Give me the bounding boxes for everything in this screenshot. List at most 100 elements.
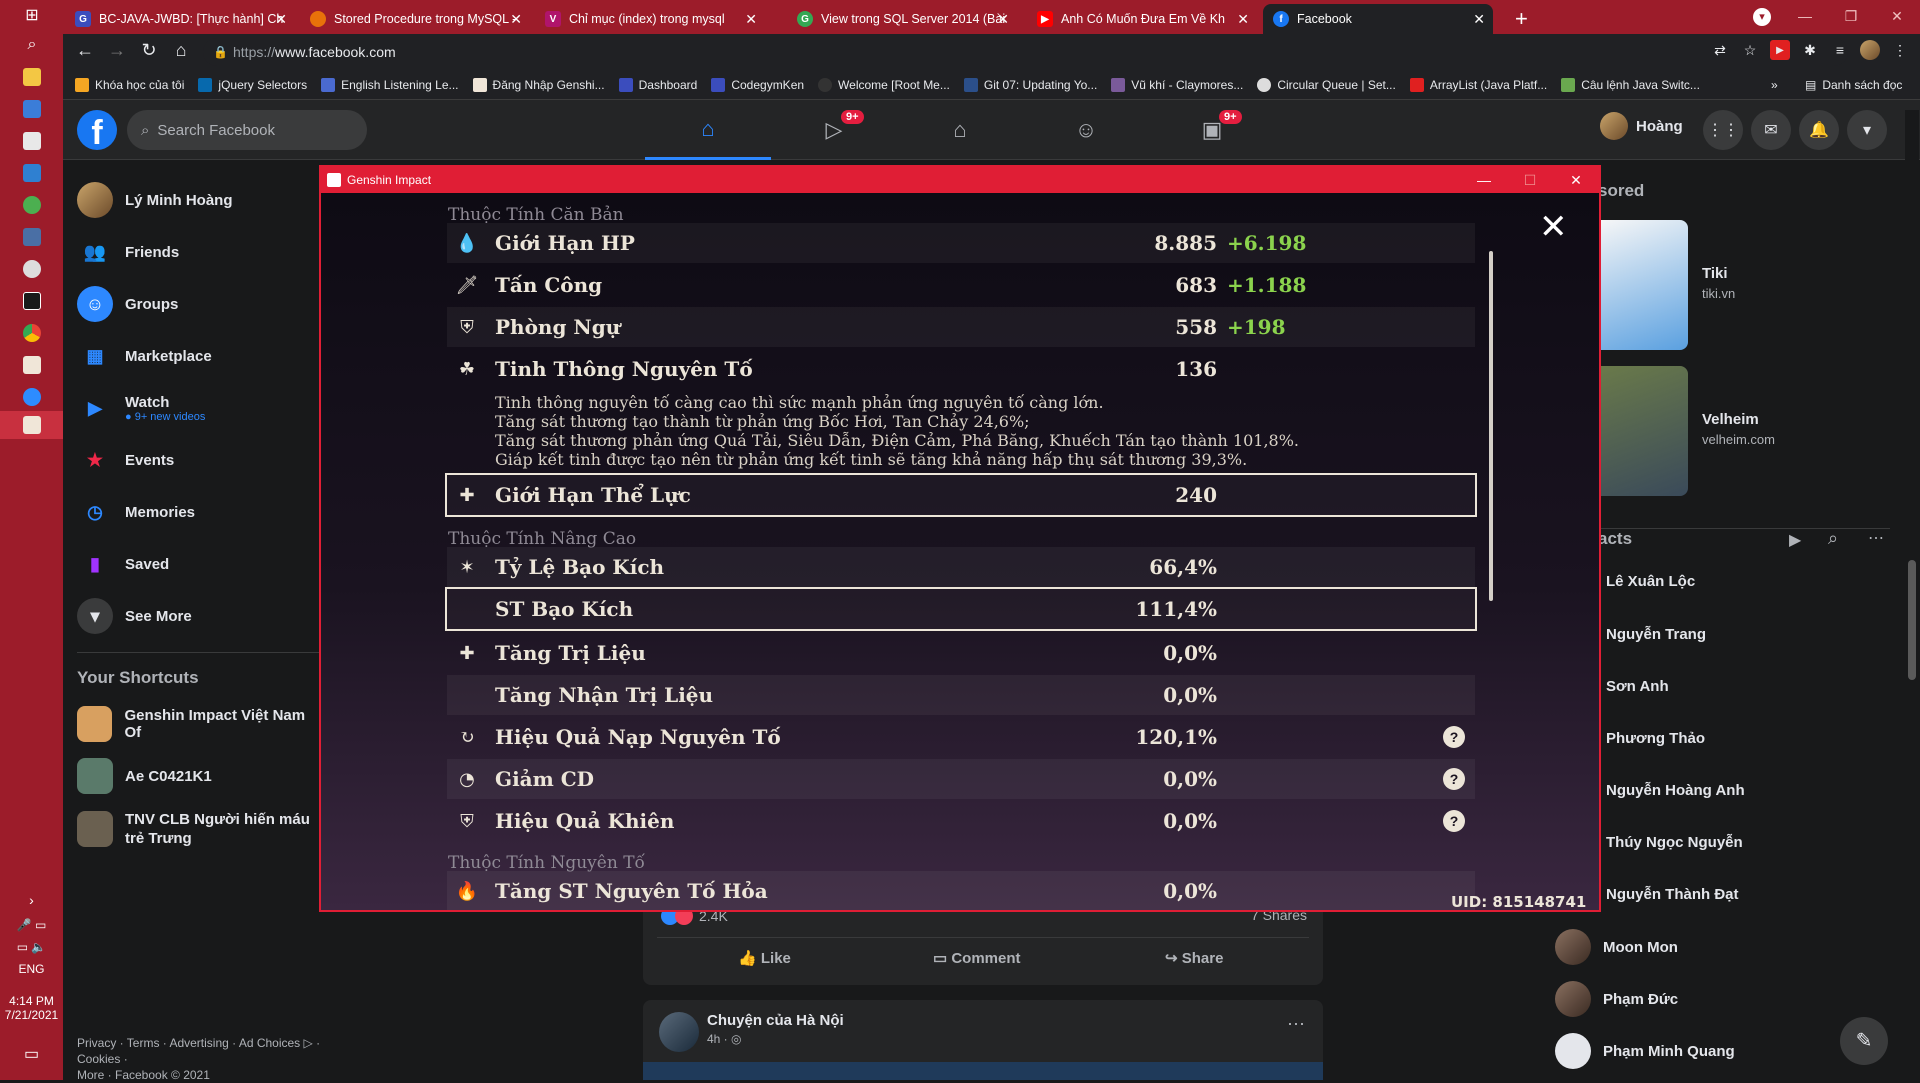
close-icon[interactable]: ✕	[745, 11, 757, 28]
sponsor-image-velheim[interactable]	[1598, 366, 1688, 496]
intellij-icon[interactable]	[20, 290, 44, 312]
new-room-icon[interactable]: ▶	[1789, 530, 1801, 550]
notification-icon[interactable]: ▭	[0, 1044, 63, 1064]
close-window-icon[interactable]: ✕	[1553, 167, 1599, 193]
sidebar-item-memories[interactable]: ◷ Memories	[77, 494, 195, 530]
search-input[interactable]: ⌕ Search Facebook	[127, 110, 367, 150]
profile-button[interactable]: Hoàng	[1600, 112, 1683, 140]
nav-groups[interactable]: ☺	[1023, 100, 1149, 160]
attr-row-healing-bonus[interactable]: ✚ Tăng Trị Liệu 0,0%	[447, 633, 1475, 673]
close-icon[interactable]: ✕	[997, 11, 1009, 28]
maximize-icon[interactable]: ☐	[1507, 167, 1553, 193]
sidebar-item-watch[interactable]: ▶ Watch ● 9+ new videos	[77, 390, 205, 426]
more-bookmarks-icon[interactable]: »	[1771, 78, 1778, 92]
close-icon[interactable]: ✕	[1539, 207, 1568, 247]
zoom-icon[interactable]	[20, 386, 44, 408]
search-icon[interactable]: ⌕	[20, 34, 44, 56]
nav-gaming[interactable]: ▣ 9+	[1149, 100, 1275, 160]
search-icon[interactable]: ⌕	[1828, 528, 1838, 549]
bookmark-item[interactable]: Welcome [Root Me...	[818, 77, 950, 92]
shortcut-item[interactable]: Genshin Impact Việt Nam Of	[77, 706, 323, 742]
home-icon[interactable]: ⌂	[165, 40, 197, 61]
contact-item[interactable]: Nguyễn Hoàng Anh	[1606, 782, 1745, 799]
contact-item[interactable]: Nguyễn Trang	[1606, 626, 1706, 643]
extensions-puzzle-icon[interactable]: ✱	[1800, 40, 1820, 60]
clock-date[interactable]: 7/21/2021	[0, 1008, 63, 1022]
attr-row-shield-strength[interactable]: ⛨ Hiệu Quả Khiên 0,0% ?	[447, 801, 1475, 841]
facebook-logo-icon[interactable]: f	[77, 110, 117, 152]
post-image[interactable]	[643, 1062, 1323, 1080]
close-icon[interactable]: ✕	[1237, 11, 1249, 28]
tab-bc-java[interactable]: G BC-JAVA-JWBD: [Thực hành] Ch ✕	[65, 4, 295, 34]
account-dropdown-icon[interactable]: ▾	[1847, 110, 1887, 150]
app-green-icon[interactable]	[20, 194, 44, 216]
contact-item[interactable]: Phương Thảo	[1606, 730, 1705, 747]
attributes-scrollbar[interactable]	[1489, 251, 1493, 601]
app-blue-icon[interactable]	[20, 226, 44, 248]
messenger-icon[interactable]: ✉	[1751, 110, 1791, 150]
attr-row-incoming-healing[interactable]: Tăng Nhận Trị Liệu 0,0%	[447, 675, 1475, 715]
bookmark-item[interactable]: Câu lệnh Java Switc...	[1561, 77, 1700, 92]
sidebar-item-groups[interactable]: ☺ Groups	[77, 286, 178, 322]
chevron-up-icon[interactable]: ›	[0, 892, 63, 908]
contact-item[interactable]: Moon Mon	[1555, 929, 1678, 965]
notifications-bell-icon[interactable]: 🔔	[1799, 110, 1839, 150]
maximize-icon[interactable]: ❐	[1828, 0, 1874, 34]
forward-icon[interactable]: →	[101, 40, 133, 61]
contact-item[interactable]: Lê Xuân Lộc	[1606, 573, 1695, 590]
footer-links[interactable]: Privacy · Terms · Advertising · Ad Choic…	[77, 1035, 323, 1083]
footer-line[interactable]: More · Facebook © 2021	[77, 1067, 323, 1083]
network-volume-icons[interactable]: ▭ 🔈	[0, 940, 63, 954]
post-author[interactable]: Chuyện của Hà Nội	[707, 1012, 844, 1029]
nav-marketplace[interactable]: ⌂	[897, 100, 1023, 160]
sidebar-item-profile[interactable]: Lý Minh Hoàng	[77, 182, 233, 218]
attr-row-hp[interactable]: 💧 Giới Hạn HP 8.885 +6.198	[447, 223, 1475, 263]
close-icon[interactable]: ✕	[1473, 11, 1485, 28]
footer-line[interactable]: Privacy · Terms · Advertising · Ad Choic…	[77, 1035, 323, 1067]
page-scrollbar[interactable]	[1905, 110, 1919, 1080]
genshin-active-taskbar-icon[interactable]	[0, 411, 63, 439]
bookmark-item[interactable]: Dashboard	[618, 77, 697, 92]
minimize-icon[interactable]: —	[1461, 167, 1507, 193]
language-indicator[interactable]: ENG	[0, 962, 63, 976]
bookmark-item[interactable]: Khóa học của tôi	[75, 77, 184, 92]
more-options-icon[interactable]: ⋯	[1868, 528, 1884, 548]
like-button[interactable]: 👍 Like	[738, 949, 791, 967]
chrome-icon[interactable]	[20, 322, 44, 344]
app-icon[interactable]	[20, 130, 44, 152]
more-options-icon[interactable]: ⋯	[1287, 1014, 1305, 1035]
attr-row-stamina[interactable]: ✚ Giới Hạn Thể Lực 240	[445, 473, 1477, 517]
sidebar-item-friends[interactable]: 👥 Friends	[77, 234, 179, 270]
bookmark-item[interactable]: CodegymKen	[711, 77, 804, 92]
help-icon[interactable]: ?	[1443, 768, 1465, 790]
contact-item[interactable]: Phạm Minh Quang	[1555, 1033, 1735, 1069]
attr-row-cd-reduction[interactable]: ◔ Giảm CD 0,0% ?	[447, 759, 1475, 799]
shortcut-item[interactable]: TNV CLB Người hiến máu trẻ Trưng	[77, 810, 323, 848]
bookmark-item[interactable]: Đăng Nhập Genshi...	[472, 77, 605, 92]
attr-row-attack[interactable]: 🗡 Tấn Công 683 +1.188	[447, 265, 1475, 305]
tab-stored-procedure[interactable]: Stored Procedure trong MySQL - ✕	[300, 4, 530, 34]
help-icon[interactable]: ?	[1443, 726, 1465, 748]
attr-row-energy-recharge[interactable]: ↻ Hiệu Quả Nạp Nguyên Tố 120,1% ?	[447, 717, 1475, 757]
minimize-icon[interactable]: —	[1782, 0, 1828, 34]
sidebar-item-see-more[interactable]: ▾ See More	[77, 598, 192, 634]
sponsor-name[interactable]: Velheim	[1702, 411, 1759, 428]
comment-button[interactable]: ▭ Comment	[933, 949, 1021, 967]
new-message-icon[interactable]: ✎	[1840, 1017, 1888, 1065]
menu-grid-icon[interactable]: ⋮⋮	[1703, 110, 1743, 150]
nav-watch[interactable]: ▷ 9+	[771, 100, 897, 160]
more-menu-icon[interactable]: ⋮	[1890, 40, 1910, 60]
bookmark-item[interactable]: English Listening Le...	[321, 77, 459, 92]
avatar[interactable]	[659, 1012, 699, 1052]
contact-item[interactable]: Sơn Anh	[1606, 678, 1669, 695]
contact-item[interactable]: Thúy Ngọc Nguyễn	[1606, 834, 1743, 851]
attr-row-pyro-dmg[interactable]: 🔥 Tăng ST Nguyên Tố Hỏa 0,0%	[447, 871, 1475, 910]
bookmark-item[interactable]: ArrayList (Java Platf...	[1409, 77, 1547, 92]
bookmark-item[interactable]: Git 07: Updating Yo...	[963, 77, 1097, 92]
sidebar-item-marketplace[interactable]: ▦ Marketplace	[77, 338, 211, 374]
reload-icon[interactable]: ↻	[133, 40, 165, 61]
scrollbar-thumb[interactable]	[1908, 560, 1916, 680]
post-time[interactable]: 4h · ◎	[707, 1032, 742, 1046]
contact-item[interactable]: Phạm Đức	[1555, 981, 1678, 1017]
tray-icons[interactable]: 🎤 ▭	[0, 918, 63, 932]
